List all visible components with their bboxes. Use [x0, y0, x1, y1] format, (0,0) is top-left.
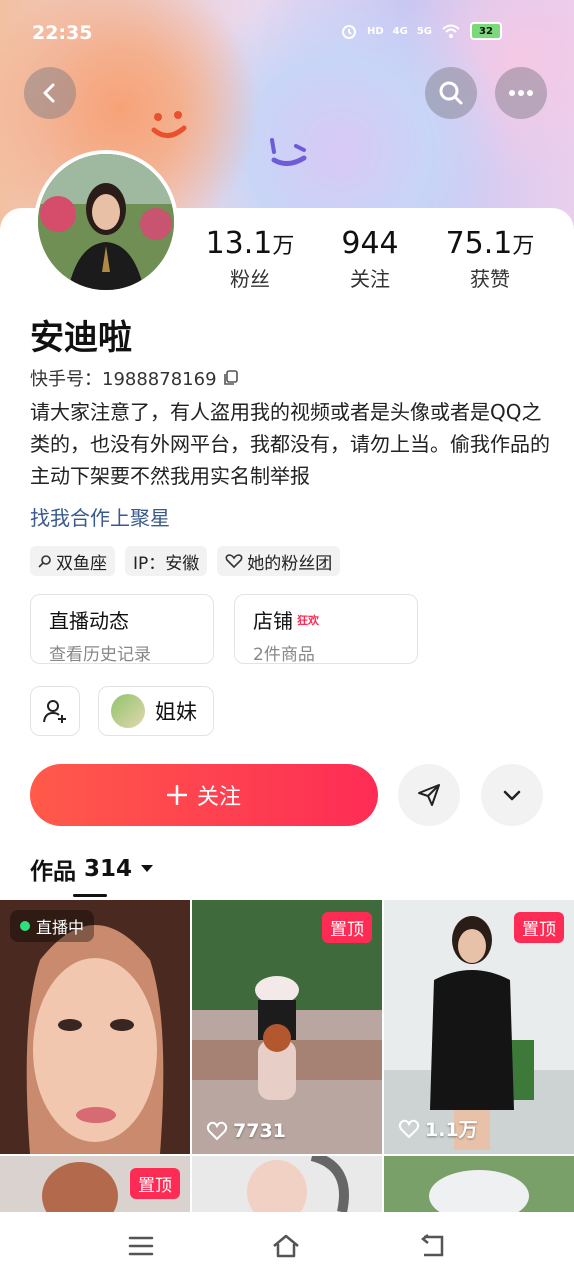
- stat-label: 获赞: [470, 267, 510, 291]
- tag-label: 双鱼座: [56, 553, 107, 574]
- kuaishou-id-text: 快手号：1988878169: [30, 369, 217, 390]
- hd-indicator: HD: [366, 25, 384, 37]
- alarm-icon: [341, 25, 356, 39]
- box-title: 直播动态: [49, 609, 129, 633]
- like-count-text: 1.1万: [425, 1119, 478, 1141]
- work-tile[interactable]: 置顶: [0, 1156, 190, 1212]
- search-button[interactable]: [425, 67, 477, 119]
- pinned-badge: 置顶: [514, 912, 564, 943]
- net-5g-indicator: 5G: [416, 25, 432, 37]
- video-thumbnail: [192, 1156, 382, 1212]
- send-message-button[interactable]: [398, 764, 460, 826]
- back-nav-icon[interactable]: [418, 1234, 446, 1258]
- status-icons: HD 4G 5G 32: [340, 22, 502, 40]
- chevron-left-icon: [43, 83, 55, 103]
- profile-tags: 双鱼座 IP：安徽 她的粉丝团: [30, 546, 341, 576]
- status-bar: 22:35 HD 4G 5G 32: [0, 0, 574, 66]
- live-dot: [20, 921, 30, 931]
- box-subtitle: 2件商品: [253, 645, 315, 665]
- stat-label: 粉丝: [230, 267, 270, 291]
- sister-label: 姐妹: [155, 700, 197, 724]
- tag-label: 她的粉丝团: [247, 553, 333, 574]
- plus-icon: [166, 785, 187, 805]
- box-subtitle: 查看历史记录: [49, 645, 151, 665]
- stat-likes[interactable]: 75.1万 获赞: [430, 226, 550, 292]
- like-count: 7731: [206, 1120, 286, 1142]
- stat-label: 关注: [350, 267, 390, 291]
- avatar-image: [38, 154, 174, 290]
- sister-relation-button[interactable]: 姐妹: [98, 686, 214, 736]
- kuaishou-id[interactable]: 快手号：1988878169: [30, 365, 239, 391]
- stat-unit: 万: [512, 234, 535, 259]
- profile-name: 安迪啦: [30, 318, 132, 358]
- chevron-down-icon: [503, 790, 521, 801]
- heart-outline-icon: [398, 1119, 420, 1138]
- back-button[interactable]: [24, 67, 76, 119]
- stat-number: 944: [341, 226, 399, 261]
- stat-following[interactable]: 944 关注: [310, 226, 430, 292]
- works-count: 314: [84, 856, 133, 882]
- add-user-icon: [43, 700, 66, 723]
- more-dots-icon: [509, 90, 533, 96]
- home-icon[interactable]: [271, 1233, 301, 1259]
- work-tile[interactable]: 置顶 7731: [192, 900, 382, 1154]
- work-tile-live[interactable]: 直播中: [0, 900, 190, 1154]
- cooperation-link[interactable]: 找我合作上聚星: [30, 502, 170, 531]
- shop-box[interactable]: 店铺 狂欢 2件商品: [234, 594, 418, 665]
- sister-avatar: [111, 694, 145, 728]
- profile-bio: 请大家注意了，有人盗用我的视频或者是头像或者是QQ之类的，也没有外网平台，我都没…: [30, 400, 550, 488]
- follow-label: 关注: [196, 785, 241, 810]
- tag-zodiac: 双鱼座: [30, 546, 115, 576]
- net-4g-indicator: 4G: [392, 25, 408, 37]
- feature-boxes: 直播动态 查看历史记录 店铺 狂欢 2件商品: [30, 594, 418, 665]
- stat-number: 13.1: [205, 226, 273, 261]
- stat-unit: 万: [272, 234, 295, 259]
- more-button[interactable]: [495, 67, 547, 119]
- tag-label: IP：安徽: [133, 553, 200, 574]
- follow-button[interactable]: 关注: [30, 764, 378, 826]
- send-icon: [418, 784, 440, 806]
- live-badge-text: 直播中: [36, 918, 85, 937]
- work-tile[interactable]: 置顶 1.1万: [384, 900, 574, 1154]
- stat-number: 75.1: [445, 226, 513, 261]
- pinned-badge: 置顶: [130, 1168, 180, 1199]
- works-label: 作品: [30, 859, 76, 885]
- like-count: 1.1万: [398, 1115, 478, 1142]
- box-title: 店铺: [253, 609, 293, 633]
- menu-icon[interactable]: [128, 1235, 154, 1257]
- like-count-text: 7731: [233, 1120, 286, 1142]
- live-history-box[interactable]: 直播动态 查看历史记录: [30, 594, 214, 665]
- copy-icon[interactable]: [223, 370, 239, 386]
- zodiac-icon: [38, 555, 51, 568]
- tag-ip: IP：安徽: [125, 546, 208, 576]
- tag-fan-club[interactable]: 她的粉丝团: [217, 546, 341, 576]
- stats-row: 13.1万 粉丝 944 关注 75.1万 获赞: [190, 226, 574, 292]
- heart-outline-icon: [206, 1121, 228, 1141]
- stat-fans[interactable]: 13.1万 粉丝: [190, 226, 310, 292]
- add-friend-button[interactable]: [30, 686, 80, 736]
- heart-icon: [225, 554, 243, 568]
- work-tile[interactable]: [192, 1156, 382, 1212]
- caret-down-icon: [141, 865, 154, 872]
- status-time: 22:35: [32, 22, 93, 44]
- smiley-face-decoration: [270, 138, 307, 166]
- pinned-badge: 置顶: [322, 912, 372, 943]
- video-thumbnail: [384, 1156, 574, 1212]
- system-nav-bar: [0, 1212, 574, 1280]
- friends-row: 姐妹: [30, 686, 214, 736]
- work-tile[interactable]: [384, 1156, 574, 1212]
- shop-badge: 狂欢: [297, 613, 319, 627]
- tab-works[interactable]: 作品 314: [30, 852, 154, 886]
- tab-underline: [73, 894, 107, 897]
- wifi-icon: [442, 24, 460, 38]
- search-icon: [439, 81, 463, 105]
- live-badge: 直播中: [10, 910, 95, 942]
- battery-icon: 32: [470, 22, 502, 40]
- smiley-face-decoration: [151, 111, 187, 138]
- expand-button[interactable]: [481, 764, 543, 826]
- battery-level: 32: [479, 25, 493, 37]
- avatar[interactable]: [34, 150, 178, 294]
